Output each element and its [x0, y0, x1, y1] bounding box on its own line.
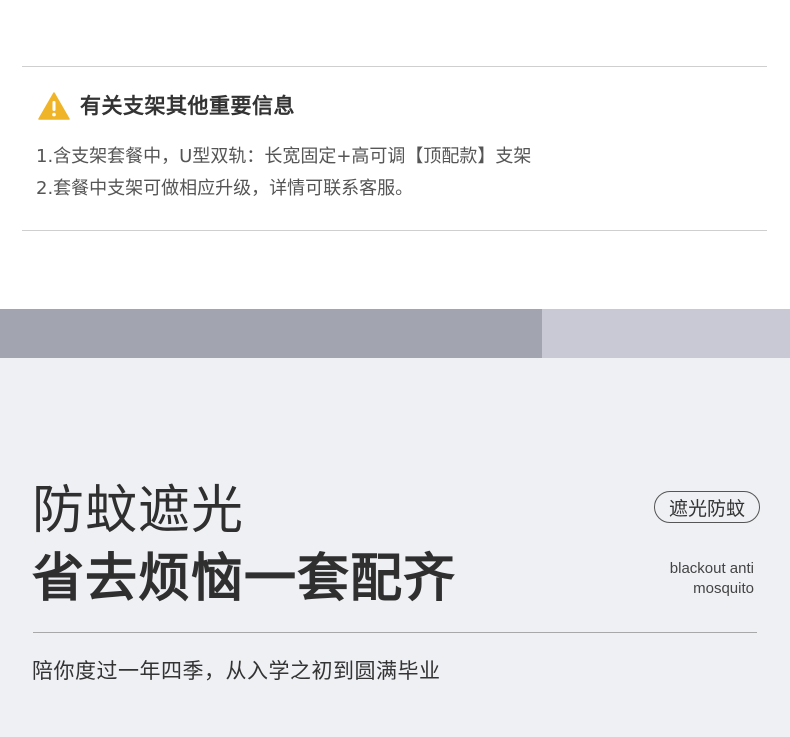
feature-english-tag: blackout anti mosquito: [594, 559, 754, 599]
notice-line-2: 2.套餐中支架可做相应升级，详情可联系客服。: [36, 178, 414, 199]
color-band: [0, 309, 790, 358]
english-tag-line-2: mosquito: [693, 580, 754, 597]
feature-tag: 遮光防蚊: [653, 491, 760, 523]
notice-section: 有关支架其他重要信息 1.含支架套餐中，U型双轨：长宽固定+高可调【顶配款】支架…: [0, 0, 790, 309]
feature-divider: [33, 632, 757, 633]
notice-line-1: 1.含支架套餐中，U型双轨：长宽固定+高可调【顶配款】支架: [36, 146, 532, 167]
band-dark-segment: [0, 309, 542, 358]
band-light-segment: [542, 309, 790, 358]
divider-top: [22, 66, 767, 67]
headline-primary: 防蚊遮光: [32, 481, 245, 541]
english-tag-line-1: blackout anti: [669, 560, 754, 577]
feature-section: 防蚊遮光 省去烦恼一套配齐 遮光防蚊 blackout anti mosquit…: [0, 358, 790, 737]
notice-header: 有关支架其他重要信息: [38, 92, 295, 120]
warning-icon: [38, 92, 70, 120]
feature-subtitle: 陪你度过一年四季，从入学之初到圆满毕业: [32, 659, 441, 683]
headline-secondary: 省去烦恼一套配齐: [32, 549, 457, 609]
notice-title: 有关支架其他重要信息: [80, 94, 295, 118]
divider-bottom: [22, 230, 767, 231]
